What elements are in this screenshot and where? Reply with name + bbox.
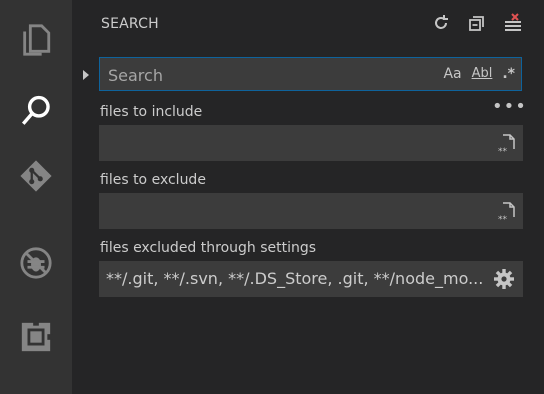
title-actions [430, 12, 524, 34]
file-pattern-icon[interactable]: ** [497, 201, 517, 225]
search-input[interactable] [106, 58, 430, 92]
match-case-toggle[interactable]: Aa [443, 64, 461, 84]
explorer-icon[interactable] [0, 5, 72, 75]
search-sidebar: SEARCH Search Aa Abl .* ••• files to inc… [72, 0, 544, 394]
include-input[interactable] [105, 125, 489, 163]
clear-results-icon[interactable] [502, 12, 524, 34]
svg-text:**: ** [498, 147, 508, 155]
extensions-icon[interactable] [0, 302, 72, 372]
include-label: files to include [100, 104, 203, 120]
refresh-icon[interactable] [430, 12, 452, 34]
excluded-settings-field: **/.git, **/.svn, **/.DS_Store, .git, **… [99, 261, 523, 297]
more-options-button[interactable]: ••• [492, 96, 527, 117]
activity-bar [0, 0, 72, 394]
exclude-field: ** [99, 193, 523, 231]
exclude-input[interactable] [105, 193, 489, 231]
sidebar-title: SEARCH [101, 16, 159, 32]
git-icon[interactable] [0, 141, 72, 211]
toggle-replace-icon[interactable] [82, 68, 90, 82]
svg-text:**: ** [498, 215, 508, 223]
exclude-label: files to exclude [100, 172, 206, 188]
search-options: Aa Abl .* [443, 64, 515, 84]
file-pattern-icon[interactable]: ** [497, 133, 517, 157]
collapse-all-icon[interactable] [466, 12, 488, 34]
search-icon[interactable] [0, 76, 72, 146]
regex-toggle[interactable]: .* [502, 64, 515, 84]
include-field: ** [99, 125, 523, 163]
excluded-settings-value: **/.git, **/.svn, **/.DS_Store, .git, **… [106, 269, 484, 288]
debug-icon[interactable] [0, 228, 72, 298]
search-box: Aa Abl .* [99, 57, 522, 92]
whole-word-toggle[interactable]: Abl [472, 64, 493, 84]
gear-icon[interactable] [493, 268, 515, 290]
excluded-settings-label: files excluded through settings [100, 240, 317, 256]
